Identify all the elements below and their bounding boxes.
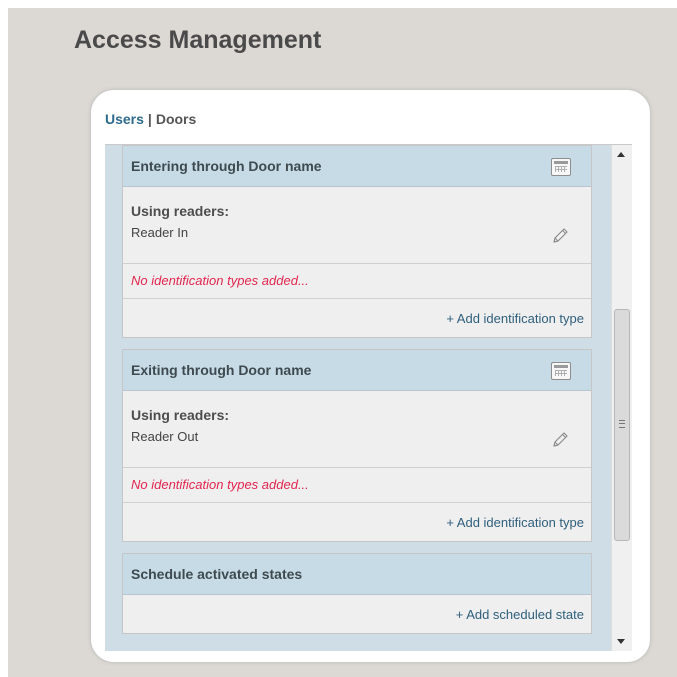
section-header: Entering through Door name — [123, 146, 591, 187]
rules-scroll-area[interactable]: Entering through Door name Using readers… — [105, 144, 632, 651]
scroll-up-arrow-icon[interactable] — [617, 152, 625, 157]
exiting-door-section: Exiting through Door name Using readers:… — [122, 349, 592, 542]
readers-block: Using readers: Reader Out — [123, 391, 591, 468]
section-title: Exiting through Door name — [131, 362, 312, 378]
access-panel: Users | Doors Entering through Door name U… — [90, 89, 651, 663]
section-header: Schedule activated states — [123, 554, 591, 595]
readers-label: Using readers: — [131, 407, 230, 423]
tab-doors[interactable]: Doors — [156, 111, 196, 127]
section-title: Entering through Door name — [131, 158, 322, 174]
pencil-icon[interactable] — [551, 431, 569, 449]
add-row: + Add identification type — [123, 299, 591, 337]
schedule-states-section: Schedule activated states + Add schedule… — [122, 553, 592, 634]
scrollbar-thumb[interactable] — [614, 309, 630, 541]
calendar-icon[interactable] — [551, 362, 571, 380]
tab-bar: Users | Doors — [105, 111, 196, 127]
add-scheduled-state-link[interactable]: + Add scheduled state — [456, 607, 584, 622]
tab-separator: | — [147, 111, 152, 127]
scroll-down-arrow-icon[interactable] — [617, 639, 625, 644]
section-title: Schedule activated states — [131, 566, 303, 582]
readers-value: Reader In — [131, 225, 189, 240]
section-header: Exiting through Door name — [123, 350, 591, 391]
add-row: + Add scheduled state — [123, 595, 591, 633]
add-row: + Add identification type — [123, 503, 591, 541]
readers-label: Using readers: — [131, 203, 230, 219]
readers-block: Using readers: Reader In — [123, 187, 591, 264]
scrollbar-grip-icon — [619, 420, 625, 428]
page-title: Access Management — [74, 26, 322, 54]
identification-types-empty: No identification types added... — [123, 264, 591, 299]
vertical-scrollbar[interactable] — [611, 145, 632, 651]
entering-door-section: Entering through Door name Using readers… — [122, 145, 592, 338]
calendar-icon[interactable] — [551, 158, 571, 176]
empty-message: No identification types added... — [131, 273, 309, 288]
tab-users[interactable]: Users — [105, 111, 144, 127]
pencil-icon[interactable] — [551, 227, 569, 245]
readers-value: Reader Out — [131, 429, 199, 444]
add-identification-type-link[interactable]: + Add identification type — [446, 515, 584, 530]
empty-message: No identification types added... — [131, 477, 309, 492]
add-identification-type-link[interactable]: + Add identification type — [446, 311, 584, 326]
identification-types-empty: No identification types added... — [123, 468, 591, 503]
